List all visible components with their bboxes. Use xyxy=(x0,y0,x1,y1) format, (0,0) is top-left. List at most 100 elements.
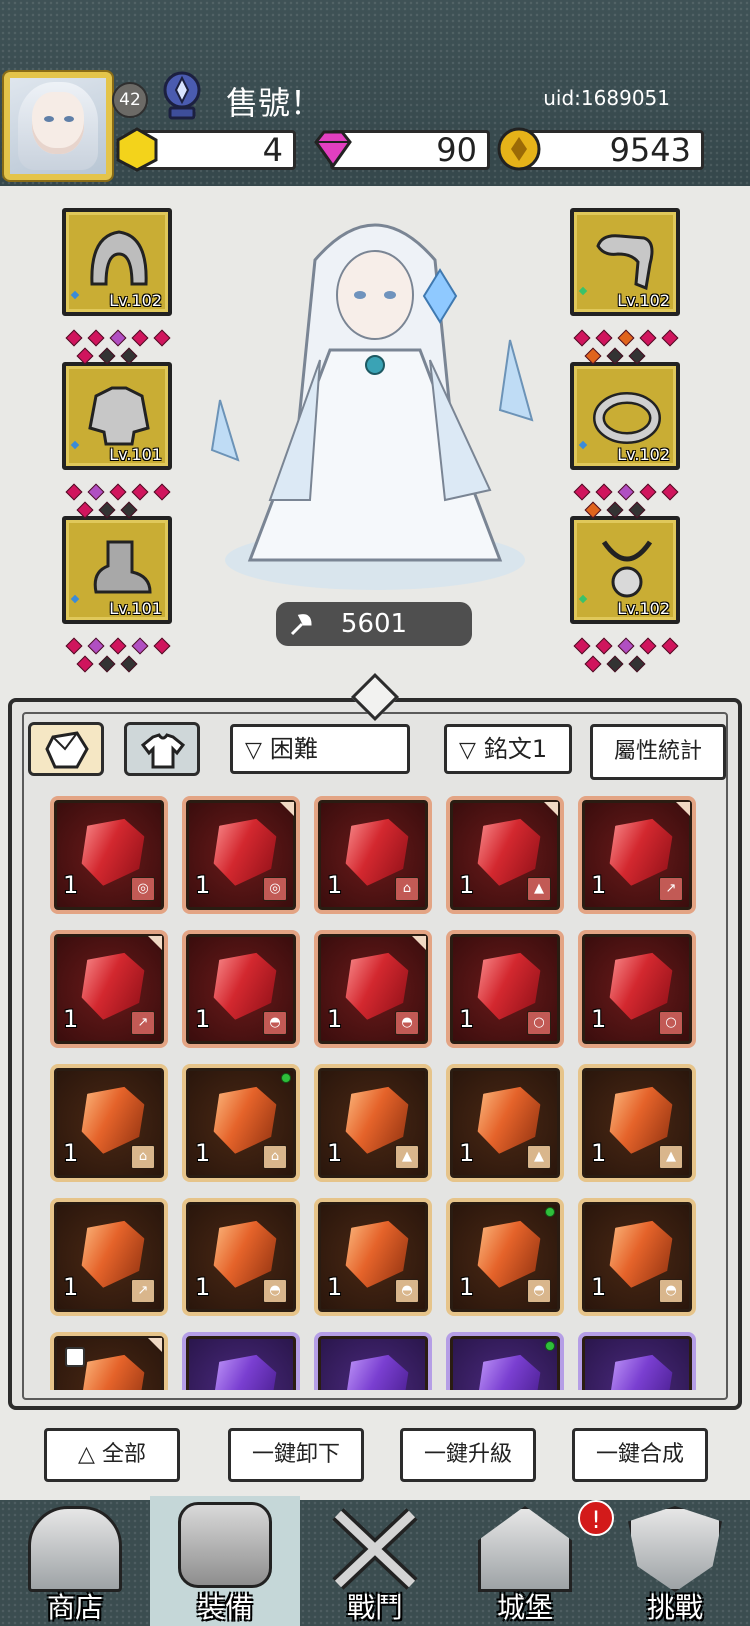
purple-gem-icon xyxy=(599,1346,683,1390)
new-corner xyxy=(148,1338,162,1352)
inventory-item[interactable]: 1 ◓ xyxy=(186,934,296,1044)
currency-gold-value: 9543 xyxy=(518,130,704,170)
inventory-item[interactable]: 1 ○ xyxy=(450,934,560,1044)
nav-battle[interactable]: 戰鬥 xyxy=(300,1500,450,1626)
new-corner xyxy=(412,936,426,950)
nav-challenge[interactable]: 挑戰 xyxy=(600,1500,750,1626)
upgrade-all-button[interactable]: 一鍵升級 xyxy=(400,1428,536,1482)
slot-type-icon: ◎ xyxy=(263,877,287,901)
filter-equipment-button[interactable] xyxy=(124,722,200,776)
inventory-item[interactable]: 1 ◎ xyxy=(54,800,164,910)
slot-pip xyxy=(578,594,588,604)
inventory-item[interactable]: 1 ◓ xyxy=(186,1202,296,1312)
rune-dropdown[interactable]: ▽ 銘文1 xyxy=(444,724,572,774)
item-qty: 1 xyxy=(459,1005,475,1033)
inventory-item[interactable]: 1 ⌂ xyxy=(54,1068,164,1178)
equip-level: Lv.101 xyxy=(109,599,162,618)
rune-value: 銘文1 xyxy=(483,735,548,763)
necklace-icon xyxy=(601,540,653,598)
difficulty-value: 困難 xyxy=(269,735,318,763)
slot-type-icon: ◓ xyxy=(263,1011,287,1035)
show-all-button[interactable]: △ 全部 xyxy=(44,1428,180,1482)
rune-stone-icon xyxy=(45,731,89,769)
equip-slot-necklace[interactable]: Lv.102 xyxy=(570,516,680,624)
unequip-all-button[interactable]: 一鍵卸下 xyxy=(228,1428,364,1482)
inventory-item[interactable]: 1 ○ xyxy=(582,934,692,1044)
item-qty: 1 xyxy=(195,1273,211,1301)
slot-type-icon: ◓ xyxy=(395,1279,419,1303)
equip-slot-ring[interactable]: Lv.102 xyxy=(570,362,680,470)
equip-slot-helmet[interactable]: Lv.102 xyxy=(62,208,172,316)
slot-type-icon: ⌂ xyxy=(263,1145,287,1169)
item-qty: 1 xyxy=(591,871,607,899)
player-level-badge: 42 xyxy=(112,82,148,118)
boots-icon xyxy=(93,540,152,594)
new-item-dot xyxy=(281,1073,291,1083)
inventory-item[interactable]: 1 ▲ xyxy=(450,800,560,910)
new-corner xyxy=(148,936,162,950)
equip-slot-weapon[interactable]: Lv.102 xyxy=(570,208,680,316)
new-corner xyxy=(280,802,294,816)
difficulty-dropdown[interactable]: ▽ 困難 xyxy=(230,724,410,774)
inventory-item[interactable] xyxy=(450,1336,560,1390)
inventory-item[interactable]: 1 ↗ xyxy=(54,934,164,1044)
item-qty: 1 xyxy=(327,1139,343,1167)
equip-slot-boots[interactable]: Lv.101 xyxy=(62,516,172,624)
equip-level: Lv.101 xyxy=(109,445,162,464)
rank-trophy-icon[interactable] xyxy=(160,70,204,122)
notification-badge: ! xyxy=(578,1500,614,1536)
yellow-gem-icon xyxy=(116,127,158,172)
item-qty: 1 xyxy=(63,1273,79,1301)
item-qty: 1 xyxy=(195,871,211,899)
shield-icon xyxy=(628,1506,722,1592)
slot-type-icon: ⌂ xyxy=(131,1145,155,1169)
player-avatar[interactable] xyxy=(4,72,112,180)
equip-level: Lv.102 xyxy=(617,599,670,618)
filter-runes-button[interactable] xyxy=(28,722,104,776)
nav-equipment[interactable]: 裝備 xyxy=(150,1496,300,1626)
inventory-item[interactable]: 1 ↗ xyxy=(582,800,692,910)
gold-coin-icon xyxy=(497,127,541,171)
item-qty: 1 xyxy=(591,1273,607,1301)
inventory-item[interactable]: 1 ◓ xyxy=(318,934,428,1044)
inventory-item[interactable] xyxy=(318,1336,428,1390)
inventory-item[interactable] xyxy=(582,1336,692,1390)
inventory-item[interactable]: 1 ▲ xyxy=(318,1068,428,1178)
inventory-item[interactable]: 1 ⌂ xyxy=(186,1068,296,1178)
nav-shop[interactable]: 商店 xyxy=(0,1500,150,1626)
avatar-face xyxy=(32,92,84,154)
inventory-grid: 1 ◎ 1 ◎ 1 ⌂ 1 ▲ 1 ↗ 1 ↗ 1 ◓ 1 ◓ 1 ○ 1 ○ 1 ⌂ 1 ⌂ 1 ▲ 1… xyxy=(50,796,700,1390)
inventory-item[interactable]: 1 ↗ xyxy=(54,1202,164,1312)
inventory-item[interactable] xyxy=(54,1336,164,1390)
inventory-item[interactable]: 1 ⌂ xyxy=(318,800,428,910)
helmet-icon xyxy=(90,230,148,286)
backpack-icon xyxy=(178,1502,272,1588)
slot-pip xyxy=(70,440,80,450)
equip-level: Lv.102 xyxy=(617,291,670,310)
castle-icon xyxy=(478,1506,572,1592)
shirt-icon xyxy=(140,733,186,769)
item-qty: 1 xyxy=(459,1139,475,1167)
slot-type-icon: ◓ xyxy=(659,1279,683,1303)
inventory-item[interactable]: 1 ▲ xyxy=(582,1068,692,1178)
inventory-item[interactable] xyxy=(186,1336,296,1390)
equip-slot-armor[interactable]: Lv.101 xyxy=(62,362,172,470)
purple-gem-icon xyxy=(335,1346,419,1390)
slot-type-icon: ◓ xyxy=(527,1279,551,1303)
slot-type-icon: ◓ xyxy=(263,1279,287,1303)
inventory-item[interactable]: 1 ◓ xyxy=(582,1202,692,1312)
item-qty: 1 xyxy=(459,1273,475,1301)
show-all-label: 全部 xyxy=(101,1442,146,1467)
inventory-item[interactable]: 1 ◓ xyxy=(318,1202,428,1312)
avatar-eye xyxy=(44,116,54,122)
inventory-item[interactable]: 1 ▲ xyxy=(450,1068,560,1178)
merge-all-button[interactable]: 一鍵合成 xyxy=(572,1428,708,1482)
inventory-item[interactable]: 1 ◓ xyxy=(450,1202,560,1312)
slot-pip xyxy=(70,290,80,300)
equip-level: Lv.102 xyxy=(617,445,670,464)
item-qty: 1 xyxy=(63,1139,79,1167)
combat-power-value: 5601 xyxy=(340,609,408,639)
attribute-stats-button[interactable]: 屬性統計 xyxy=(590,724,726,780)
inventory-item[interactable]: 1 ◎ xyxy=(186,800,296,910)
slot-type-icon: ○ xyxy=(659,1011,683,1035)
